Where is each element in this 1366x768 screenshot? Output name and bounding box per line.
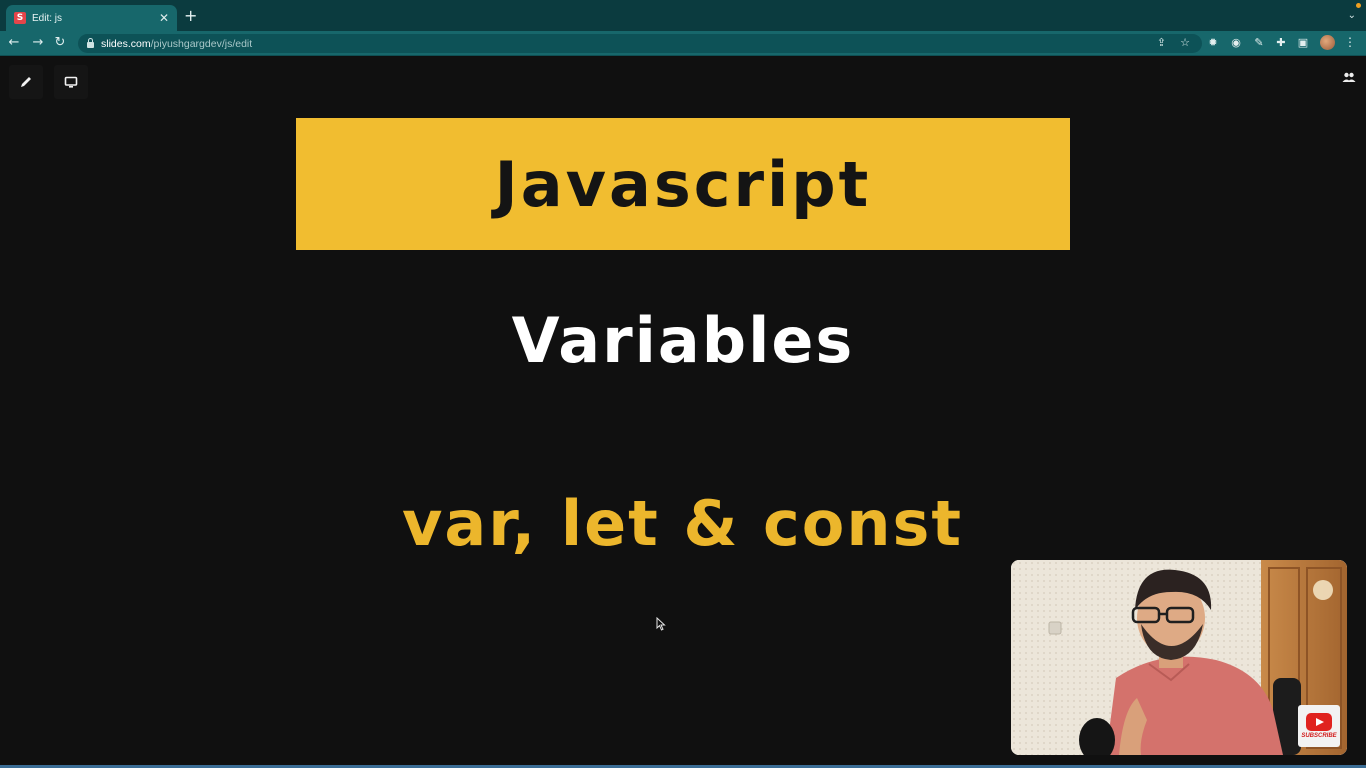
presenter-video-image	[1011, 560, 1347, 755]
subscribe-badge[interactable]: SUBSCRIBE	[1298, 705, 1340, 747]
slide-title: Javascript	[494, 147, 872, 221]
share-icon[interactable]: ⇪	[1157, 36, 1166, 49]
url-text: slides.com/piyushgargdev/js/edit	[101, 38, 252, 50]
browser-tab-strip: S Edit: js ✕ + ⌄	[0, 0, 1366, 31]
browser-tab[interactable]: S Edit: js ✕	[6, 5, 177, 31]
extensions-puzzle-icon[interactable]: ✚	[1274, 36, 1288, 50]
slides-favicon-icon: S	[14, 12, 26, 24]
people-icon[interactable]	[1341, 69, 1357, 85]
update-dot-icon	[1356, 3, 1361, 8]
back-icon[interactable]: ←	[6, 35, 22, 51]
side-panel-icon[interactable]: ▣	[1296, 36, 1310, 50]
profile-avatar[interactable]	[1320, 35, 1335, 50]
url-path: /piyushgargdev/js/edit	[150, 37, 253, 50]
subscribe-label: SUBSCRIBE	[1301, 733, 1337, 739]
url-host: slides.com	[101, 37, 151, 50]
new-tab-button[interactable]: +	[184, 8, 197, 24]
webcam-overlay: SUBSCRIBE	[1011, 560, 1347, 755]
slide-subtitle[interactable]: Variables	[0, 304, 1366, 377]
slide-title-band[interactable]: Javascript	[296, 118, 1070, 250]
slide-keywords[interactable]: var, let & const	[0, 487, 1366, 560]
forward-icon[interactable]: →	[30, 35, 46, 51]
present-button[interactable]	[54, 65, 88, 99]
draw-tool-button[interactable]	[9, 65, 43, 99]
browser-toolbar: ← → ↻ slides.com/piyushgargdev/js/edit ⇪…	[0, 31, 1366, 56]
address-bar[interactable]: slides.com/piyushgargdev/js/edit ⇪ ☆	[78, 34, 1202, 53]
present-icon	[64, 76, 78, 88]
extension-pen-icon[interactable]: ✎	[1252, 36, 1266, 50]
tab-title: Edit: js	[32, 12, 63, 24]
extension-gear-icon[interactable]: ✹	[1206, 36, 1220, 50]
bookmark-star-icon[interactable]: ☆	[1180, 36, 1190, 49]
lock-icon	[87, 38, 94, 48]
tab-search-chevron-icon[interactable]: ⌄	[1348, 10, 1356, 21]
pencil-icon	[21, 77, 31, 87]
mouse-cursor-icon	[656, 617, 666, 631]
youtube-icon	[1306, 713, 1332, 731]
slide-editor-stage: Javascript Variables var, let & const SU…	[0, 57, 1366, 765]
tab-close-icon[interactable]: ✕	[157, 11, 171, 25]
extension-record-icon[interactable]: ◉	[1229, 36, 1243, 50]
browser-menu-icon[interactable]: ⋮	[1344, 35, 1356, 49]
reload-icon[interactable]: ↻	[52, 35, 68, 51]
